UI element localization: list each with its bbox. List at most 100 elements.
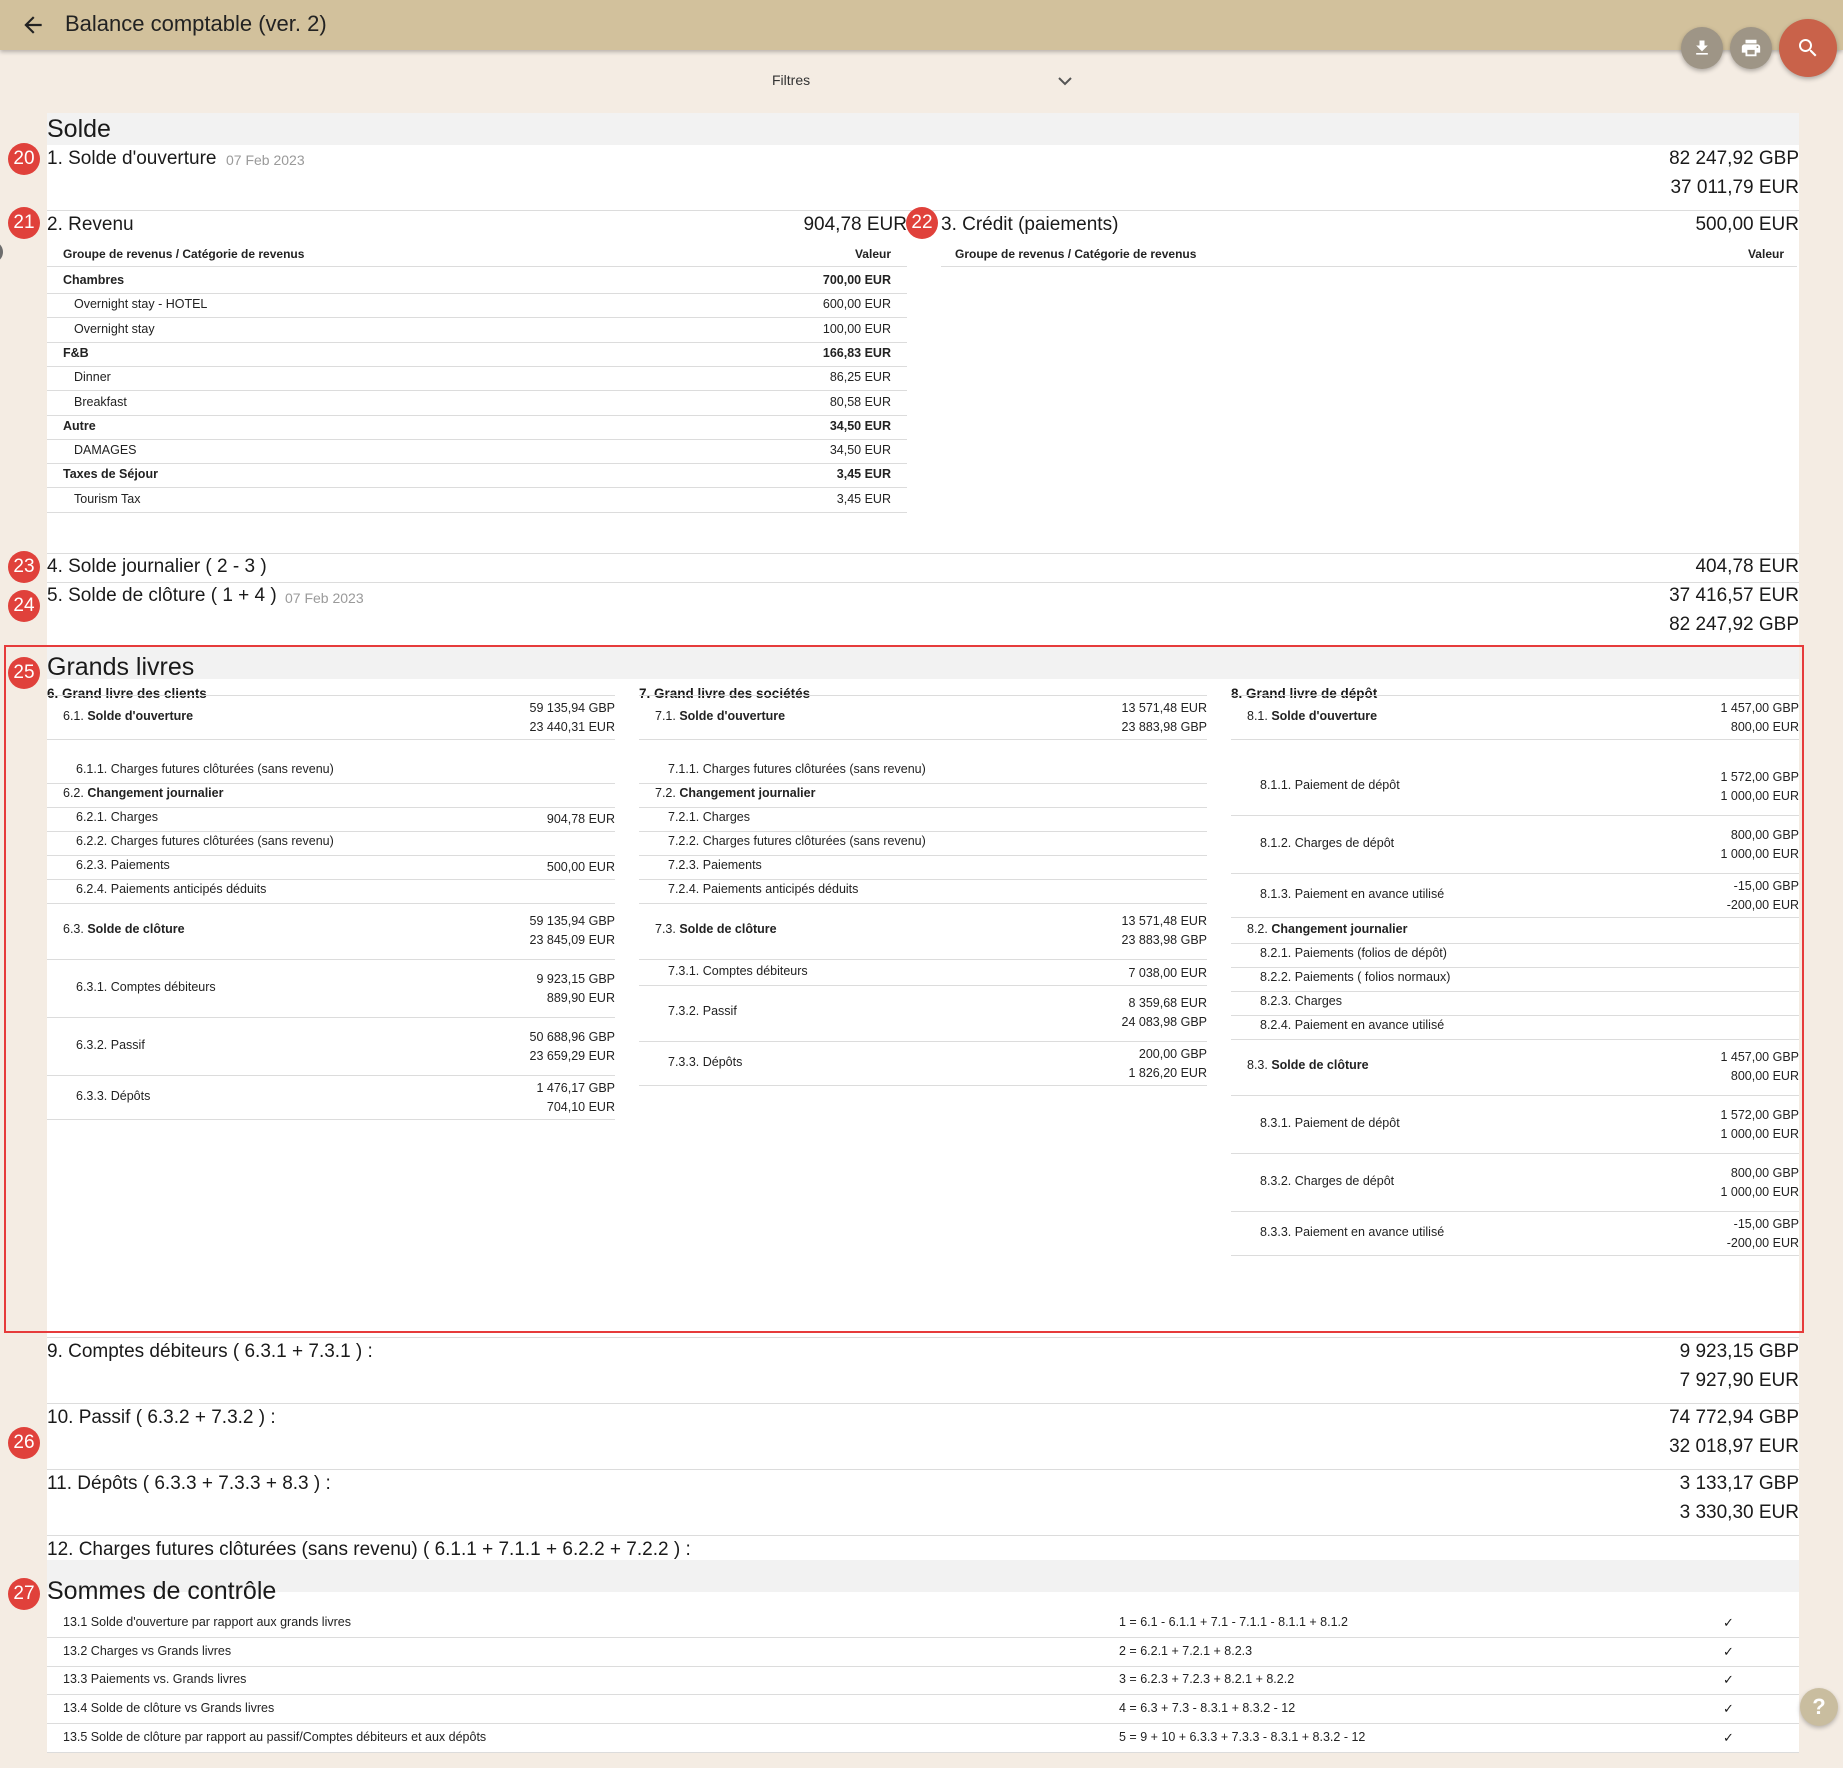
ledger-row-value-1: 13 571,48 EUR bbox=[1121, 914, 1207, 928]
section-title-ledgers: Grands livres bbox=[47, 653, 195, 681]
ledger-row: 6.2.2. Charges futures clôturées (sans r… bbox=[76, 831, 615, 855]
ledger-row-label: 6.2.2. Charges futures clôturées (sans r… bbox=[76, 834, 334, 848]
ledger-row: 6.3.2. Passif 50 688,96 GBP 23 659,29 EUR bbox=[76, 1019, 615, 1075]
row-divider bbox=[1231, 1095, 1799, 1096]
ledger-row: 7.3.2. Passif 8 359,68 EUR 24 083,98 GBP bbox=[668, 985, 1207, 1041]
ledger-row-label: 6.3.3. Dépôts bbox=[76, 1089, 151, 1103]
credit-label: 3. Crédit (paiements) bbox=[941, 214, 1119, 235]
opening-balance-value-1: 82 247,92 GBP bbox=[1669, 148, 1799, 169]
row-divider bbox=[639, 739, 1207, 740]
revenue-row-value: 34,50 EUR bbox=[829, 418, 891, 433]
ledger-row: 7.3.1. Comptes débiteurs 7 038,00 EUR bbox=[668, 961, 1207, 985]
revenue-row-value: 80,58 EUR bbox=[829, 394, 891, 409]
row-divider bbox=[1231, 695, 1799, 696]
ledger-row-value: 904,78 EUR bbox=[546, 812, 615, 826]
ledger-row-label: 8.1.1. Paiement de dépôt bbox=[1260, 778, 1400, 792]
ledger-row-value-2: -200,00 EUR bbox=[1726, 1236, 1799, 1250]
ledger-row-value-2: 23 845,09 EUR bbox=[529, 933, 615, 947]
ledger-row-label: 8.2. Changement journalier bbox=[1247, 922, 1408, 936]
row-divider bbox=[639, 959, 1207, 960]
annotation-badge: 22 bbox=[906, 207, 938, 239]
ledger-row-label: 7.2.3. Paiements bbox=[668, 858, 762, 872]
download-button[interactable] bbox=[1681, 27, 1723, 69]
ledger-row-label-text: Solde de clôture bbox=[1271, 1058, 1369, 1072]
row-divider bbox=[47, 1723, 1799, 1725]
ledger-row-label: 8.1.3. Paiement en avance utilisé bbox=[1260, 887, 1445, 901]
ledger-row-value-1: 1 476,17 GBP bbox=[536, 1081, 615, 1095]
summary-value-1: 9 923,15 GBP bbox=[1679, 1341, 1799, 1362]
ledger-row: 6.2.4. Paiements anticipés déduits bbox=[76, 879, 615, 903]
ledger-row-value-2: 24 083,98 GBP bbox=[1121, 1015, 1207, 1029]
ledger-row: 6.2.3. Paiements 500,00 EUR bbox=[76, 855, 615, 879]
revenue-row: DAMAGES 34,50 EUR bbox=[74, 443, 891, 463]
row-divider bbox=[47, 511, 907, 513]
row-divider bbox=[47, 341, 907, 343]
checksum-formula: 3 = 6.2.3 + 7.2.3 + 8.2.1 + 8.2.2 bbox=[1119, 1672, 1295, 1687]
ledger-row-label: 6.1.1. Charges futures clôturées (sans r… bbox=[76, 762, 334, 776]
ledger-row: 8.3.2. Charges de dépôt 800,00 GBP 1 000,0… bbox=[1260, 1155, 1799, 1211]
ledger-row: 8.3. Solde de clôture 1 457,00 GBP 800,00 … bbox=[1247, 1039, 1799, 1095]
revenue-row-value: 34,50 EUR bbox=[829, 443, 891, 458]
arrow-left-icon[interactable] bbox=[20, 12, 46, 38]
ledger-row: 7.1.1. Charges futures clôturées (sans r… bbox=[668, 759, 1207, 783]
row-divider bbox=[47, 739, 615, 740]
ledger-row-value-1: 200,00 GBP bbox=[1138, 1047, 1207, 1061]
ledger-row-value-1: -15,00 GBP bbox=[1733, 879, 1799, 893]
revenue-row-label: Taxes de Séjour bbox=[63, 467, 158, 482]
checksum-formula: 1 = 6.1 - 6.1.1 + 7.1 - 7.1.1 - 8.1.1 + … bbox=[1119, 1615, 1348, 1629]
credit-col-group: Groupe de revenus / Catégorie de revenus bbox=[955, 247, 1197, 261]
ledger-row-label: 6.2.3. Paiements bbox=[76, 858, 170, 872]
ledger-row-value-1: 59 135,94 GBP bbox=[529, 914, 615, 928]
row-divider bbox=[47, 414, 907, 416]
side-handle-icon[interactable] bbox=[0, 241, 3, 263]
ledger-row: 7.2.3. Paiements bbox=[668, 855, 1207, 879]
row-divider bbox=[639, 695, 1207, 696]
help-button[interactable]: ? bbox=[1800, 1688, 1838, 1726]
ledger-row: 8.1. Solde d'ouverture 1 457,00 GBP 800,00… bbox=[1247, 697, 1799, 739]
ledger-row-label-text: Solde de clôture bbox=[679, 922, 777, 936]
ledger-row-value-1: 50 688,96 GBP bbox=[529, 1030, 615, 1044]
row-divider bbox=[47, 317, 907, 319]
checksum-label: 13.4 Solde de clôture vs Grands livres bbox=[63, 1701, 275, 1716]
opening-balance-date: 07 Feb 2023 bbox=[226, 152, 305, 168]
search-button[interactable] bbox=[1779, 19, 1837, 77]
revenue-row-value: 700,00 EUR bbox=[822, 273, 891, 287]
top-app-bar: Balance comptable (ver. 2) bbox=[0, 0, 1843, 50]
closing-balance-value-1: 37 416,57 EUR bbox=[1669, 585, 1799, 606]
ledger-row: 8.2.2. Paiements ( folios normaux) bbox=[1260, 967, 1799, 991]
summary-label: 9. Comptes débiteurs ( 6.3.1 + 7.3.1 ) : bbox=[47, 1341, 373, 1362]
ledger-row-label: 8.2.4. Paiement en avance utilisé bbox=[1260, 1018, 1445, 1032]
checksum-formula: 4 = 6.3 + 7.3 - 8.3.1 + 8.3.2 - 12 bbox=[1119, 1701, 1296, 1716]
row-divider bbox=[1231, 1211, 1799, 1212]
ledger-row: 7.2.4. Paiements anticipés déduits bbox=[668, 879, 1207, 903]
row-divider bbox=[47, 365, 907, 367]
print-button[interactable] bbox=[1730, 27, 1772, 69]
annotation-badge: 24 bbox=[8, 590, 40, 622]
ledger-row-label: 8.1.2. Charges de dépôt bbox=[1260, 836, 1395, 850]
ledger-row-value-2: 800,00 EUR bbox=[1730, 720, 1799, 734]
page-title: Balance comptable (ver. 2) bbox=[65, 11, 327, 36]
revenue-row: Chambres 700,00 EUR bbox=[63, 273, 891, 293]
checksum-label: 13.3 Paiements vs. Grands livres bbox=[63, 1672, 247, 1687]
filters-toggle[interactable]: Filtres bbox=[760, 70, 1080, 92]
ledger-row-value-2: 1 000,00 EUR bbox=[1720, 1127, 1799, 1141]
credit-col-value: Valeur bbox=[1747, 247, 1784, 261]
row-divider bbox=[1231, 815, 1799, 816]
ledger-row: 6.1. Solde d'ouverture 59 135,94 GBP 23 44… bbox=[63, 697, 615, 739]
ledger-row-value-1: 1 457,00 GBP bbox=[1720, 1050, 1799, 1064]
ledger-row: 7.3.3. Dépôts 200,00 GBP 1 826,20 EUR bbox=[668, 1043, 1207, 1085]
ledger-row-label: 7.2.1. Charges bbox=[668, 810, 750, 824]
ledger-row-value-2: 1 000,00 EUR bbox=[1720, 847, 1799, 861]
ledger-row-label-text: Changement journalier bbox=[679, 786, 816, 800]
ledger-row-label: 6.3.1. Comptes débiteurs bbox=[76, 980, 216, 994]
ledger-row-label: 7.3.1. Comptes débiteurs bbox=[668, 964, 808, 978]
summary-label: 12. Charges futures clôturées (sans reve… bbox=[47, 1539, 691, 1560]
credit-total: 500,00 EUR bbox=[1695, 214, 1799, 235]
row-divider bbox=[47, 293, 907, 294]
ledger-row-value-2: 1 000,00 EUR bbox=[1720, 1185, 1799, 1199]
ledger-row: 6.3.1. Comptes débiteurs 9 923,15 GBP 889,… bbox=[76, 961, 615, 1017]
row-divider bbox=[47, 1403, 1799, 1404]
summary-value-2: 32 018,97 EUR bbox=[1669, 1436, 1799, 1457]
ledger-row-label-text: Solde d'ouverture bbox=[87, 709, 194, 723]
row-divider bbox=[1231, 873, 1799, 874]
